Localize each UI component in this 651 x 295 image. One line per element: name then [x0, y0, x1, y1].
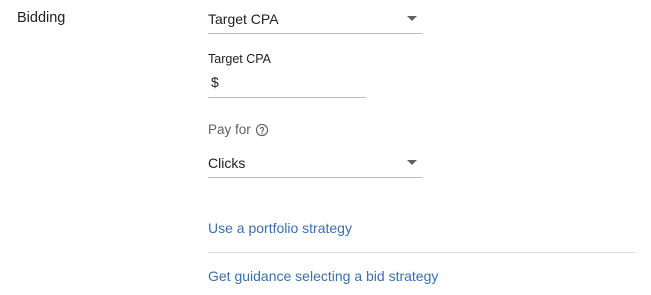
- currency-prefix: $: [211, 74, 219, 90]
- portfolio-strategy-link[interactable]: Use a portfolio strategy: [208, 220, 352, 236]
- target-cpa-label: Target CPA: [208, 52, 271, 66]
- bidding-section-label: Bidding: [17, 10, 66, 26]
- pay-for-value: Clicks: [208, 155, 246, 171]
- divider: [208, 252, 635, 253]
- bid-strategy-select[interactable]: Target CPA: [208, 10, 423, 34]
- bid-strategy-guidance-link[interactable]: Get guidance selecting a bid strategy: [208, 268, 438, 284]
- target-cpa-field[interactable]: $: [208, 72, 366, 98]
- pay-for-label: Pay for: [208, 122, 251, 137]
- bid-strategy-value: Target CPA: [208, 11, 279, 27]
- dropdown-arrow-icon: [407, 160, 417, 165]
- pay-for-select[interactable]: Clicks: [208, 154, 423, 178]
- help-circle-icon[interactable]: [255, 123, 269, 137]
- dropdown-arrow-icon: [407, 16, 417, 21]
- target-cpa-input[interactable]: [224, 72, 362, 92]
